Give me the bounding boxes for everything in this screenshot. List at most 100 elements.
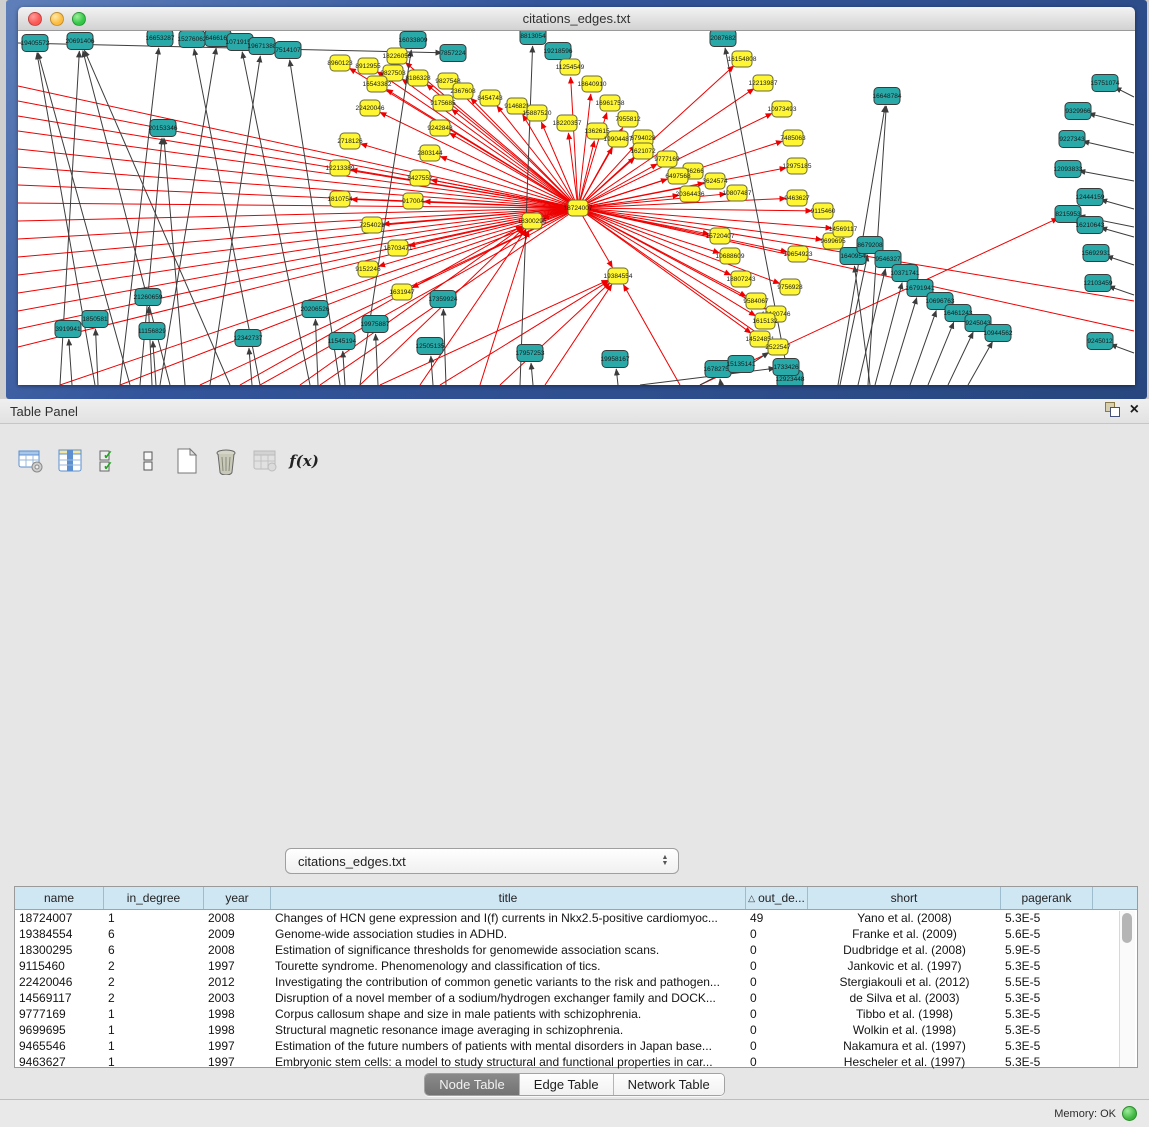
graph-node[interactable]: 18226058 [383,48,412,64]
graph-node[interactable]: 15751074 [1091,75,1120,92]
column-header-out_de[interactable]: △out_de... [746,887,808,909]
table-cell[interactable]: Corpus callosum shape and size in male p… [271,1006,746,1022]
graph-node[interactable]: 2087682 [710,31,736,47]
graph-node[interactable]: 10371741 [891,265,920,282]
graph-node[interactable]: 1631947 [389,284,415,300]
table-cell[interactable]: 2012 [204,974,271,990]
table-cell[interactable]: 0 [746,990,808,1006]
table-row[interactable]: 1872400712008Changes of HCN gene express… [15,910,1137,926]
graph-node[interactable]: 7254021 [359,217,385,233]
table-cell[interactable]: Yano et al. (2008) [808,910,1001,926]
table-cell[interactable]: Hescheler et al. (1997) [808,1054,1001,1070]
graph-node[interactable]: 1621072 [630,143,656,159]
graph-node[interactable]: 11254549 [556,59,585,75]
graph-node[interactable]: 10807487 [723,185,752,201]
graph-node[interactable]: 16033809 [399,32,428,49]
tab-edge-table[interactable]: Edge Table [520,1074,614,1095]
graph-node[interactable]: 1810754 [327,191,353,207]
table-cell[interactable]: 1997 [204,1054,271,1070]
table-cell[interactable]: 2 [104,974,204,990]
column-header-year[interactable]: year [204,887,271,909]
graph-node[interactable]: 19671388 [248,38,277,55]
close-panel-icon[interactable]: × [1130,402,1139,417]
graph-node[interactable]: 15276062 [178,31,207,48]
table-cell[interactable]: 5.3E-5 [1001,990,1093,1006]
table-row[interactable]: 946362711997Embryonic stem cells: a mode… [15,1054,1137,1070]
select-columns-icon[interactable]: ✓ ✓ [94,446,124,476]
table-cell[interactable]: 49 [746,910,808,926]
table-cell[interactable]: 5.3E-5 [1001,958,1093,974]
table-cell[interactable]: Changes of HCN gene expression and I(f) … [271,910,746,926]
table-cell[interactable]: 2003 [204,990,271,1006]
table-cell[interactable]: 6 [104,942,204,958]
table-cell[interactable]: 5.3E-5 [1001,1054,1093,1070]
table-row[interactable]: 946554611997Estimation of the future num… [15,1038,1137,1054]
table-cell[interactable]: Investigating the contribution of common… [271,974,746,990]
graph-node[interactable]: 12505135 [416,338,445,355]
graph-node[interactable]: 9756928 [777,279,803,295]
graph-node[interactable]: 16653287 [146,31,175,47]
graph-node[interactable]: 22420046 [356,100,385,116]
graph-node[interactable]: 3624574 [702,173,728,189]
graph-node[interactable]: 15135141 [727,356,756,373]
delete-column-icon[interactable] [211,446,241,476]
table-row[interactable]: 2242004622012Investigating the contribut… [15,974,1137,990]
graph-node[interactable]: 9777169 [654,151,680,167]
graph-node[interactable]: 7857224 [440,45,466,62]
function-builder-icon[interactable]: f(x) [289,446,319,476]
table-mode-icon[interactable] [16,446,46,476]
graph-node[interactable]: 19654923 [784,246,813,262]
table-cell[interactable]: 18724007 [15,910,104,926]
graph-node[interactable]: 9584067 [743,293,769,309]
table-cell[interactable]: 5.5E-5 [1001,974,1093,990]
graph-node[interactable]: 19384554 [604,268,633,284]
table-cell[interactable]: 0 [746,942,808,958]
graph-node[interactable]: 2522547 [765,339,791,355]
graph-node[interactable]: 12444159 [1076,189,1105,206]
graph-node[interactable]: 12342737 [234,330,263,347]
graph-node[interactable]: 17957253 [516,345,545,362]
table-cell[interactable]: 5.3E-5 [1001,1022,1093,1038]
graph-node[interactable]: 19975887 [361,316,390,333]
network-window-titlebar[interactable]: citations_edges.txt [18,7,1135,31]
graph-node[interactable]: 3919941 [55,321,81,338]
table-cell[interactable]: 1998 [204,1006,271,1022]
graph-node[interactable]: 17359924 [429,291,458,308]
table-cell[interactable]: 1 [104,1038,204,1054]
table-cell[interactable]: 9777169 [15,1006,104,1022]
table-cell[interactable]: 0 [746,1054,808,1070]
table-cell[interactable]: 5.3E-5 [1001,1038,1093,1054]
graph-node[interactable]: 16648784 [873,88,902,105]
table-cell[interactable]: 5.3E-5 [1001,1006,1093,1022]
table-cell[interactable]: Wolkin et al. (1998) [808,1022,1001,1038]
graph-node[interactable]: 12213987 [749,75,778,91]
column-header-title[interactable]: title [271,887,746,909]
table-cell[interactable]: 5.9E-5 [1001,942,1093,958]
graph-node[interactable]: 20691406 [66,33,95,50]
graph-node[interactable]: 8454743 [477,90,503,106]
graph-node[interactable]: 9227343 [1059,131,1085,148]
graph-node[interactable]: 15692931 [1082,245,1111,262]
graph-node[interactable]: 8912955 [355,58,381,74]
table-row[interactable]: 1938455462009Genome-wide association stu… [15,926,1137,942]
table-cell[interactable]: Estimation of significance thresholds fo… [271,942,746,958]
table-cell[interactable]: de Silva et al. (2003) [808,990,1001,1006]
table-cell[interactable]: 0 [746,926,808,942]
table-cell[interactable]: 1997 [204,1038,271,1054]
graph-node[interactable]: 10973493 [768,101,797,117]
table-cell[interactable]: 2 [104,990,204,1006]
float-panel-icon[interactable] [1105,402,1120,417]
graph-node[interactable]: 19958167 [601,351,630,368]
column-header-short[interactable]: short [808,887,1001,909]
table-cell[interactable]: 19384554 [15,926,104,942]
table-cell[interactable]: Stergiakouli et al. (2012) [808,974,1001,990]
table-scrollbar-thumb[interactable] [1122,913,1132,943]
graph-node[interactable]: 20153346 [149,120,178,137]
graph-node[interactable]: 2367608 [450,83,476,99]
graph-node[interactable]: 8427552 [407,170,433,186]
graph-node[interactable]: 6497568 [665,168,691,184]
table-cell[interactable]: 2008 [204,910,271,926]
table-row[interactable]: 911546021997Tourette syndrome. Phenomeno… [15,958,1137,974]
graph-node[interactable]: 12975185 [783,158,812,174]
table-cell[interactable]: 1997 [204,958,271,974]
